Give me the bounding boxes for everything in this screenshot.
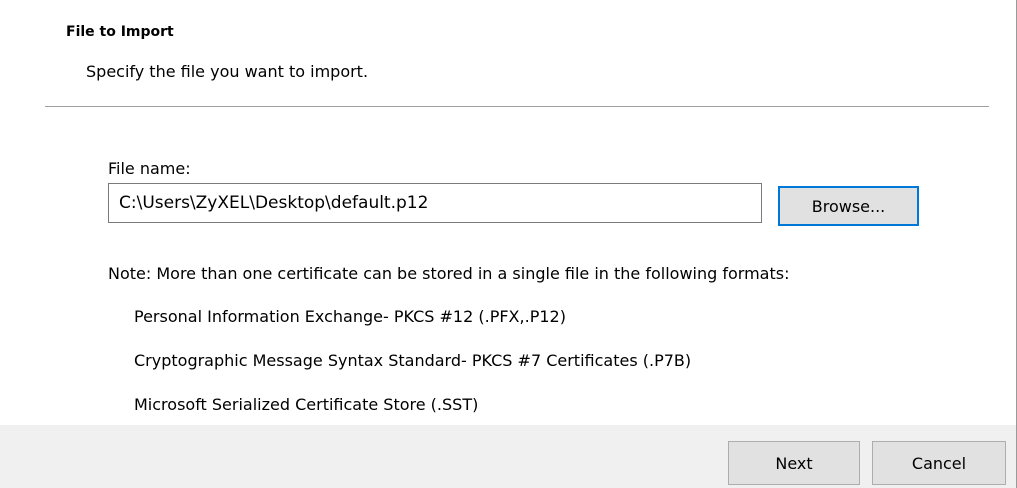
cancel-button[interactable]: Cancel bbox=[872, 441, 1006, 485]
format-pkcs12: Personal Information Exchange- PKCS #12 … bbox=[134, 307, 566, 326]
next-button[interactable]: Next bbox=[728, 441, 860, 485]
file-name-label: File name: bbox=[108, 159, 191, 178]
certificate-import-wizard-page: File to Import Specify the file you want… bbox=[0, 0, 1017, 488]
browse-button[interactable]: Browse... bbox=[778, 186, 919, 226]
file-name-input[interactable] bbox=[108, 183, 762, 223]
page-subtitle: Specify the file you want to import. bbox=[86, 62, 369, 81]
header-separator bbox=[45, 106, 989, 107]
formats-list: Personal Information Exchange- PKCS #12 … bbox=[134, 306, 691, 438]
format-pkcs7: Cryptographic Message Syntax Standard- P… bbox=[134, 351, 692, 370]
page-title: File to Import bbox=[66, 24, 174, 40]
wizard-footer bbox=[0, 425, 1016, 488]
formats-note: Note: More than one certificate can be s… bbox=[108, 264, 790, 283]
